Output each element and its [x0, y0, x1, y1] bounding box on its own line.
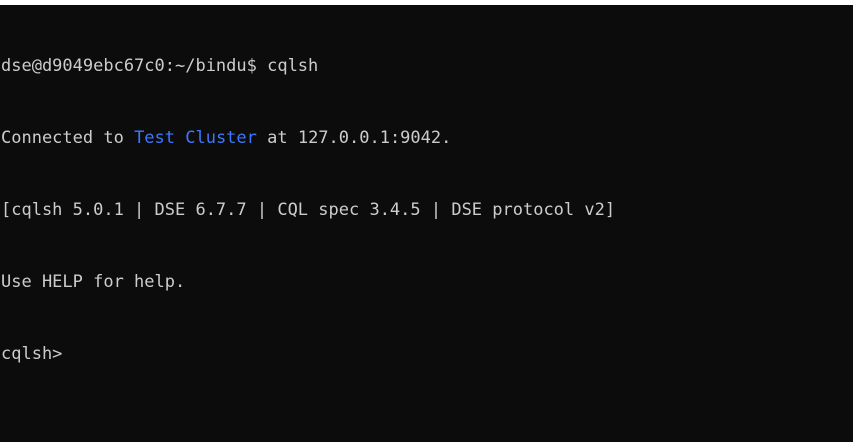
command-input[interactable]	[62, 342, 63, 366]
connection-line: Connected to Test Cluster at 127.0.0.1:9…	[1, 126, 853, 150]
terminal-output: dse@d9049ebc67c0:~/bindu$ cqlsh Connecte…	[1, 6, 853, 414]
cluster-name: Test Cluster	[134, 128, 257, 148]
command-line: dse@d9049ebc67c0:~/bindu$ cqlsh	[1, 56, 319, 76]
help-hint-line: Use HELP for help.	[1, 272, 186, 292]
terminal-window[interactable]: dse@d9049ebc67c0:~/bindu$ cqlsh Connecte…	[0, 5, 853, 442]
cqlsh-prompt: cqlsh>	[1, 344, 63, 364]
version-info-line: [cqlsh 5.0.1 | DSE 6.7.7 | CQL spec 3.4.…	[1, 200, 616, 220]
connected-prefix: Connected to	[1, 128, 135, 148]
cqlsh-prompt-line[interactable]: cqlsh>	[1, 342, 853, 366]
connected-suffix: at 127.0.0.1:9042.	[256, 128, 452, 148]
